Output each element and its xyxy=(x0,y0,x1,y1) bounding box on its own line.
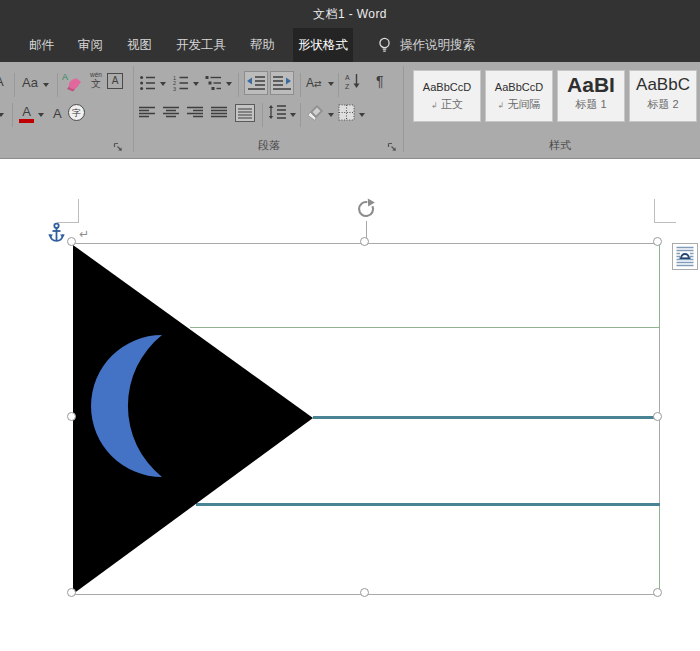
margin-mark-topright xyxy=(654,199,655,223)
flag-right-border-green-bottom xyxy=(659,505,660,593)
distributed-button[interactable] xyxy=(235,104,255,122)
margin-mark-topright-h xyxy=(654,222,676,223)
bullet-list-button[interactable] xyxy=(139,74,157,92)
divider xyxy=(300,103,301,127)
tell-me-search[interactable]: 操作说明搜索 xyxy=(400,28,475,62)
change-case-button[interactable]: Aa xyxy=(22,75,38,90)
shading-button[interactable] xyxy=(306,103,326,122)
ribbon: A Aa A wén 文 A A A 字 xyxy=(0,62,700,159)
font-color-swatch xyxy=(19,119,34,123)
tab-review[interactable]: 审阅 xyxy=(66,28,115,62)
tab-shape-format[interactable]: 形状格式 xyxy=(293,28,353,62)
word-window: 文档1 - Word 邮件 审阅 视图 开发工具 帮助 形状格式 操作说明搜索 … xyxy=(0,0,700,651)
font-dialog-launcher[interactable] xyxy=(113,142,124,153)
svg-text:3: 3 xyxy=(173,86,176,92)
font-color-button[interactable]: A xyxy=(19,104,34,123)
style-card-heading1[interactable]: AaBI 标题 1 xyxy=(557,70,625,122)
chevron-down-icon xyxy=(0,113,4,117)
chevron-down-icon xyxy=(290,113,296,117)
tell-me-bulb xyxy=(377,28,392,62)
tab-developer[interactable]: 开发工具 xyxy=(164,28,238,62)
handle-top-left[interactable] xyxy=(67,237,76,246)
enclose-characters-button[interactable]: 字 xyxy=(68,104,85,121)
borders-button[interactable] xyxy=(338,104,356,122)
paragraph-return-mark: ↵ xyxy=(79,227,89,241)
justify-button[interactable] xyxy=(211,106,229,119)
asian-layout-button[interactable]: A⇄ xyxy=(306,73,322,91)
group-divider xyxy=(403,66,404,152)
chevron-down-icon xyxy=(38,113,44,117)
window-title: 文档1 - Word xyxy=(313,6,387,23)
layout-options-button[interactable] xyxy=(672,243,698,270)
paragraph-dialog-launcher[interactable] xyxy=(387,142,398,153)
align-left-button[interactable] xyxy=(139,106,157,119)
svg-text:Z: Z xyxy=(345,83,350,90)
ribbon-tab-row: 邮件 审阅 视图 开发工具 帮助 形状格式 操作说明搜索 xyxy=(0,28,700,62)
sort-button[interactable]: A Z xyxy=(344,72,362,96)
line-spacing-button[interactable] xyxy=(268,104,288,121)
highlighter-pen-icon xyxy=(62,72,86,96)
handle-middle-right[interactable] xyxy=(653,412,662,421)
numbered-list-button[interactable]: 123 xyxy=(172,74,190,92)
flag-triangle-shape[interactable] xyxy=(73,243,323,595)
divider xyxy=(12,103,13,127)
character-shading-button[interactable]: A xyxy=(53,106,62,121)
divider xyxy=(338,73,339,97)
handle-bottom-left[interactable] xyxy=(67,588,76,597)
chevron-down-icon xyxy=(193,82,199,86)
flag-right-border-green-top xyxy=(659,244,660,327)
lightbulb-icon xyxy=(377,36,392,55)
layout-options-icon xyxy=(675,246,695,267)
handle-middle-left[interactable] xyxy=(67,412,76,421)
multilevel-list-button[interactable] xyxy=(205,74,223,92)
divider xyxy=(262,103,263,127)
divider xyxy=(238,73,239,97)
svg-text:A: A xyxy=(345,74,350,81)
grow-font-button[interactable]: A xyxy=(0,74,4,89)
decrease-indent-button[interactable] xyxy=(244,71,268,95)
document-canvas[interactable]: ↵ xyxy=(0,159,700,651)
paragraph-group-label: 段落 xyxy=(239,138,299,153)
style-card-normal[interactable]: AaBbCcD ↲ 正文 xyxy=(413,70,481,122)
chevron-down-icon xyxy=(328,82,334,86)
handle-bottom-right[interactable] xyxy=(653,588,662,597)
tab-mail[interactable]: 邮件 xyxy=(17,28,66,62)
style-card-heading2[interactable]: AaBbC 标题 2 xyxy=(629,70,697,122)
margin-mark-topleft xyxy=(78,199,79,223)
highlight-color-button[interactable]: A xyxy=(62,72,86,96)
title-bar: 文档1 - Word xyxy=(0,0,700,28)
phonetic-guide-button[interactable]: wén 文 xyxy=(87,71,105,89)
align-right-button[interactable] xyxy=(187,106,205,119)
handle-top-middle[interactable] xyxy=(360,237,369,246)
align-center-button[interactable] xyxy=(163,106,181,119)
rotate-handle[interactable] xyxy=(355,198,378,220)
chevron-down-icon xyxy=(160,82,166,86)
increase-indent-button[interactable] xyxy=(270,71,294,95)
character-border-button[interactable]: A xyxy=(107,73,123,89)
chevron-down-icon xyxy=(226,82,232,86)
divider xyxy=(14,73,15,97)
chevron-down-icon xyxy=(328,113,334,117)
style-card-no-spacing[interactable]: AaBbCcD ↲ 无间隔 xyxy=(485,70,553,122)
handle-bottom-middle[interactable] xyxy=(360,588,369,597)
show-hide-marks-button[interactable]: ¶ xyxy=(376,73,384,89)
chevron-down-icon xyxy=(359,113,365,117)
tab-view[interactable]: 视图 xyxy=(115,28,164,62)
handle-top-right[interactable] xyxy=(653,237,662,246)
tab-help[interactable]: 帮助 xyxy=(238,28,287,62)
styles-group-label: 样式 xyxy=(530,138,590,153)
rotate-handle-stem xyxy=(366,221,367,238)
divider xyxy=(57,73,58,97)
group-divider xyxy=(133,66,134,152)
anchor-icon xyxy=(48,222,65,245)
divider xyxy=(300,73,301,97)
chevron-down-icon xyxy=(43,83,49,87)
flag-teal-line-1[interactable] xyxy=(313,416,660,419)
